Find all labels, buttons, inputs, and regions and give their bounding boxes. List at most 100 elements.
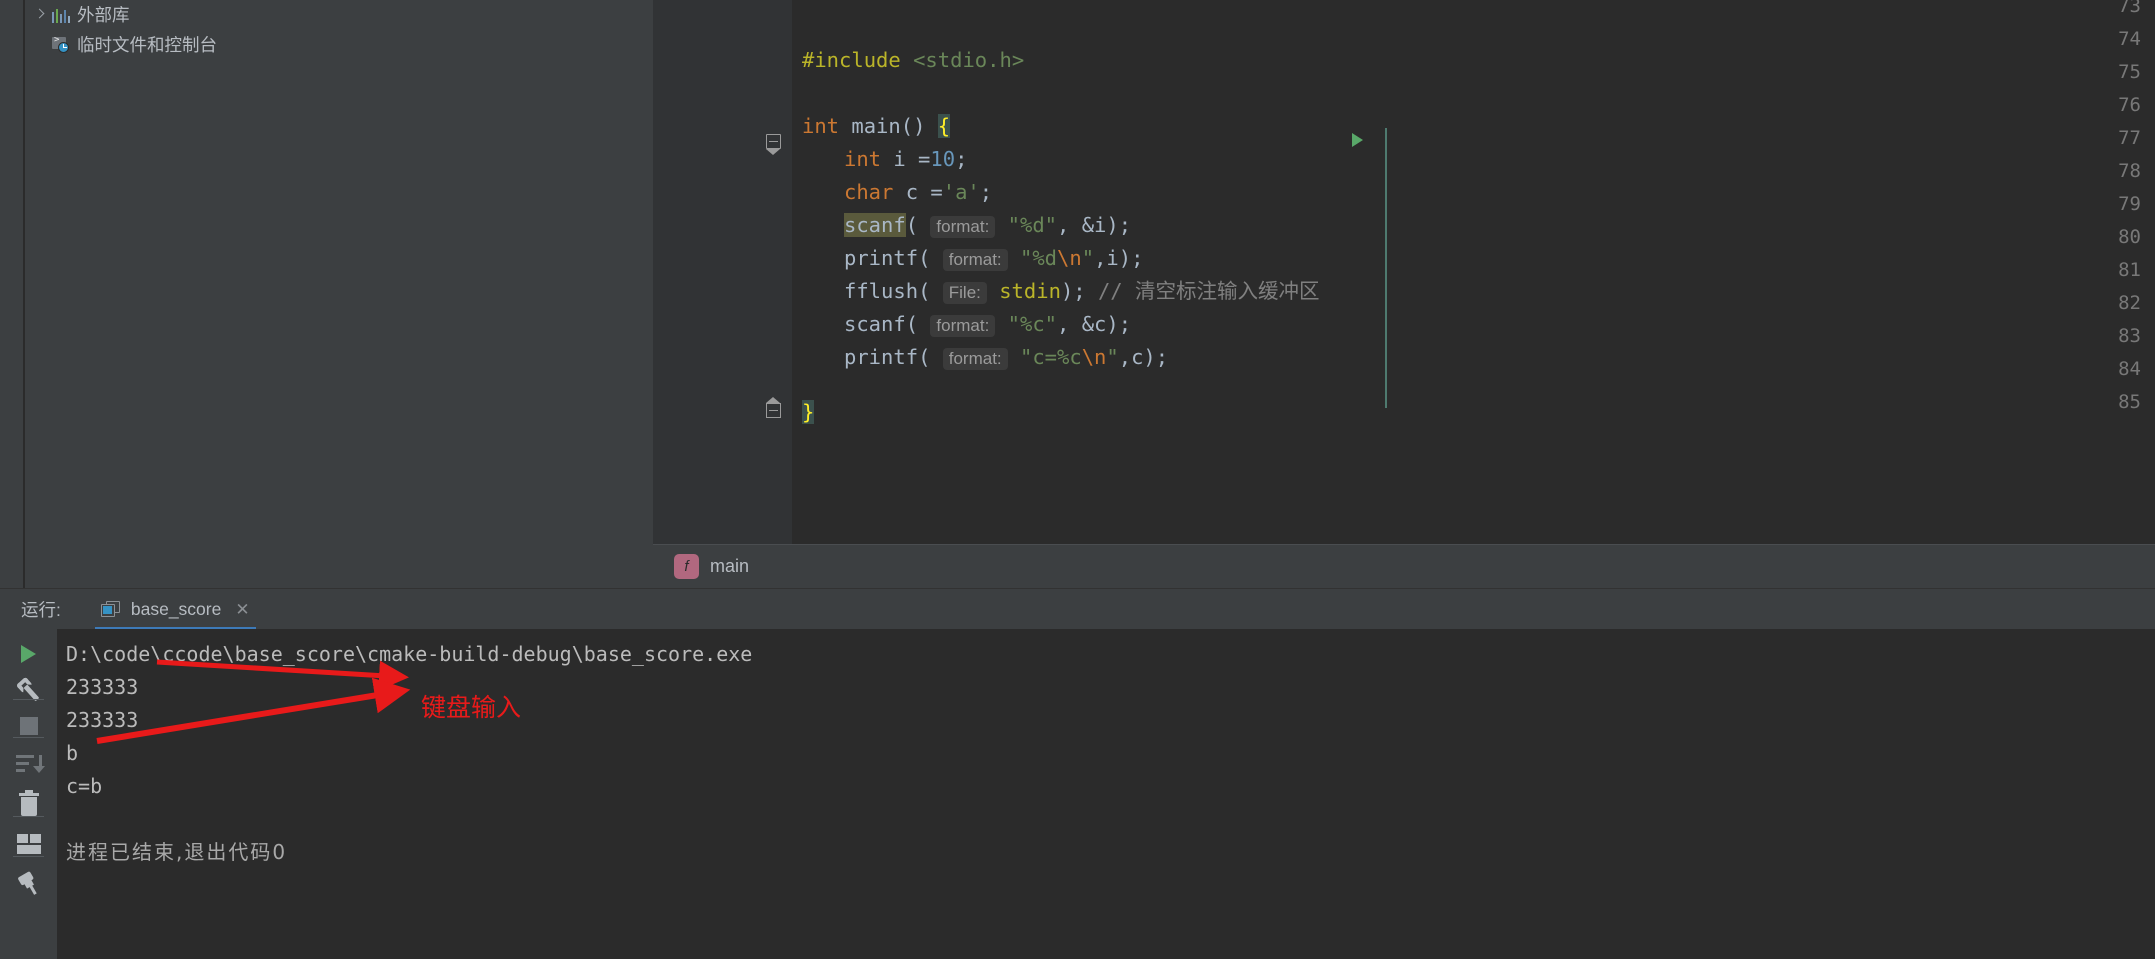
string-token: "%d"	[995, 213, 1058, 237]
string-token: "c=%c	[1007, 345, 1082, 369]
string-token: "	[1081, 246, 1095, 270]
identifier-token: i =	[881, 147, 931, 171]
annotation-overlay: 键盘输入	[57, 629, 2155, 959]
run-toolbar	[0, 629, 57, 959]
toolbar-divider	[13, 856, 44, 857]
sidebar-left-edge	[23, 0, 25, 588]
line-number: 85	[2118, 391, 2141, 413]
string-token: "%d	[1007, 246, 1058, 270]
fold-marker-close-icon[interactable]	[765, 396, 781, 418]
code-line-85: }	[802, 396, 815, 429]
stop-icon	[19, 717, 38, 735]
code-editor[interactable]: #include <stdio.h> int main() { int i =1…	[653, 0, 2155, 589]
line-number: 73	[2118, 0, 2141, 17]
sidebar-item-scratches-and-consoles[interactable]: 临时文件和控制台	[24, 30, 217, 60]
annotation-arrows	[96, 659, 411, 744]
args-token: , &c);	[1057, 312, 1132, 336]
line-number: 77	[2118, 127, 2141, 149]
toolbar-divider	[13, 816, 44, 817]
run-tab-label: base_score	[130, 598, 222, 619]
punct-token: (	[918, 279, 943, 303]
fold-marker-open-icon[interactable]	[765, 134, 781, 155]
line-number: 81	[2118, 259, 2141, 281]
line-number: 80	[2118, 226, 2141, 248]
run-tool-window: 运行: base_score ✕ D:\code\ccode\base_scor…	[0, 588, 2155, 959]
play-icon	[21, 645, 36, 663]
parameter-hint: File:	[942, 282, 987, 304]
args-token: ,i);	[1094, 246, 1144, 270]
code-line-79: char c ='a';	[844, 176, 992, 209]
keyword-token: int	[802, 114, 840, 138]
string-token: "	[1106, 345, 1119, 369]
line-number: 76	[2118, 94, 2141, 116]
header-name-token: <stdio.h>	[913, 48, 1025, 72]
trash-icon	[18, 789, 39, 816]
function-name-token: main()	[839, 114, 938, 138]
code-line-83: scanf( format: "%c", &c);	[844, 308, 1131, 341]
char-literal-token: 'a'	[942, 180, 980, 204]
punct-token: ;	[955, 147, 968, 171]
run-configuration-icon	[100, 600, 121, 618]
parameter-hint: format:	[942, 249, 1008, 271]
args-token: , &i);	[1057, 213, 1132, 237]
scratches-console-icon	[52, 35, 70, 54]
punct-token: ;	[979, 180, 993, 204]
code-line-82: fflush( File: stdin); // 清空标注输入缓冲区	[844, 275, 1320, 308]
function-call-token: printf	[844, 345, 919, 369]
keyword-token: char	[844, 180, 894, 204]
annotation-label-keyboard-input: 键盘输入	[421, 693, 522, 722]
sidebar-item-label: 外部库	[77, 5, 130, 25]
breadcrumb[interactable]: f main	[653, 544, 2155, 589]
args-token: ,c);	[1118, 345, 1169, 369]
punct-token: (	[905, 213, 931, 237]
pin-tab-button[interactable]	[0, 859, 57, 909]
line-number: 82	[2118, 292, 2141, 314]
function-call-token: printf	[844, 246, 919, 270]
function-call-token: scanf	[844, 213, 906, 237]
parameter-hint: format:	[942, 348, 1008, 370]
punct-token: (	[918, 246, 943, 270]
code-line-84: printf( format: "c=%c\n",c);	[844, 341, 1168, 374]
punct-token: (	[918, 345, 943, 369]
preprocessor-token: #include	[802, 48, 901, 72]
code-line-80: scanf( format: "%d", &i);	[844, 209, 1131, 242]
scroll-to-end-icon	[15, 753, 45, 775]
identifier-token: c =	[893, 180, 943, 204]
toolbar-divider	[13, 737, 44, 738]
project-tree-panel: 外部库 临时文件和控制台	[0, 0, 653, 588]
chevron-right-icon[interactable]	[32, 7, 48, 23]
parameter-hint: format:	[930, 315, 996, 337]
line-number: 74	[2118, 28, 2141, 50]
line-number: 75	[2118, 61, 2141, 83]
line-number: 84	[2118, 358, 2141, 380]
close-icon[interactable]: ✕	[235, 601, 249, 618]
escape-token: \n	[1057, 246, 1082, 270]
layout-icon	[16, 834, 41, 854]
stdin-token: stdin	[986, 279, 1061, 303]
header-token	[901, 48, 913, 72]
brace-match-token: {	[937, 114, 951, 138]
function-call-token: fflush	[844, 279, 919, 303]
code-line-81: printf( format: "%d\n",i);	[844, 242, 1143, 275]
ide-window: 外部库 临时文件和控制台 #include <stdio.h> int main…	[0, 0, 2155, 959]
brace-match-token: }	[802, 400, 815, 424]
function-call-token: scanf	[844, 312, 906, 336]
parameter-hint: format:	[930, 216, 996, 238]
run-tab-base-score[interactable]: base_score ✕	[91, 589, 260, 630]
escape-token: \n	[1081, 345, 1107, 369]
breadcrumb-item-main[interactable]: main	[710, 556, 749, 577]
line-number-gutter[interactable]	[653, 0, 743, 544]
console-output[interactable]: D:\code\ccode\base_score\cmake-build-deb…	[57, 629, 2155, 959]
keyword-token: int	[844, 147, 882, 171]
code-folding-gutter[interactable]	[743, 0, 792, 544]
sidebar-item-external-libraries[interactable]: 外部库	[24, 0, 130, 30]
line-number: 78	[2118, 160, 2141, 182]
number-token: 10	[930, 147, 956, 171]
line-number: 83	[2118, 325, 2141, 347]
toolbar-divider	[13, 699, 44, 700]
fold-region-rail	[1385, 128, 1387, 408]
run-line-marker-icon[interactable]	[1352, 133, 1363, 147]
code-line-75: #include <stdio.h>	[802, 44, 1024, 77]
code-line-78: int i =10;	[844, 143, 967, 176]
code-text-area[interactable]: #include <stdio.h> int main() { int i =1…	[792, 0, 2155, 544]
